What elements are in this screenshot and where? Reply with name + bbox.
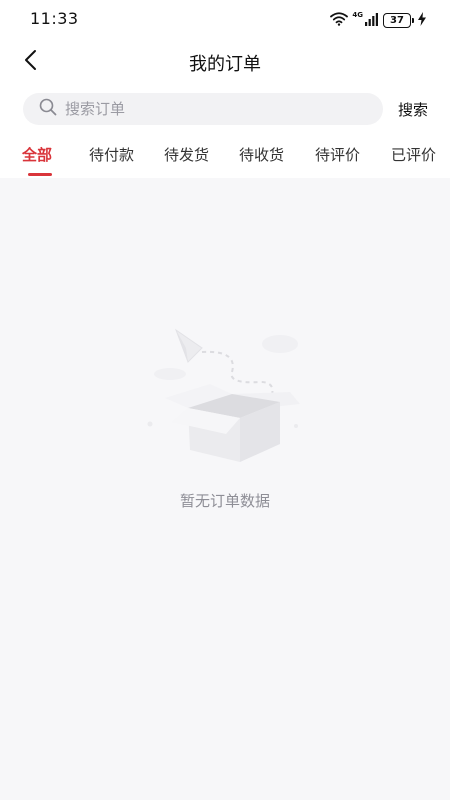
wifi-icon	[330, 11, 349, 30]
tab-pending-shipment[interactable]: 待发货	[164, 144, 209, 165]
tab-pending-payment[interactable]: 待付款	[89, 144, 134, 165]
battery-level: 37	[390, 14, 404, 26]
search-input[interactable]	[65, 100, 365, 118]
tab-all[interactable]: 全部	[22, 144, 52, 165]
orders-screen: 11:33 4G 37 我的订单 搜索订单 搜索 全部 待付款 待发货 待收货 …	[0, 0, 450, 800]
nav-bar: 我的订单	[0, 40, 450, 84]
status-icons: 4G 37	[330, 11, 426, 29]
empty-box-icon	[140, 322, 310, 472]
search-box[interactable]	[23, 93, 383, 125]
battery-icon: 37	[383, 12, 414, 28]
search-button[interactable]: 搜索	[398, 99, 428, 120]
search-icon	[39, 98, 57, 120]
tab-reviewed[interactable]: 已评价	[391, 144, 436, 165]
signal-icon	[365, 11, 379, 30]
tab-pending-receipt[interactable]: 待收货	[239, 144, 284, 165]
order-status-tabs: 全部 待付款 待发货 待收货 待评价 已评价	[0, 140, 450, 178]
status-bar: 11:33 4G 37	[0, 0, 450, 38]
network-type-label: 4G	[352, 11, 363, 19]
empty-message: 暂无订单数据	[179, 492, 270, 510]
status-time: 11:33	[30, 9, 79, 28]
tab-pending-review[interactable]: 待评价	[315, 144, 360, 165]
charging-icon	[418, 11, 426, 30]
active-tab-indicator	[28, 173, 52, 176]
page-title: 我的订单	[189, 54, 261, 75]
